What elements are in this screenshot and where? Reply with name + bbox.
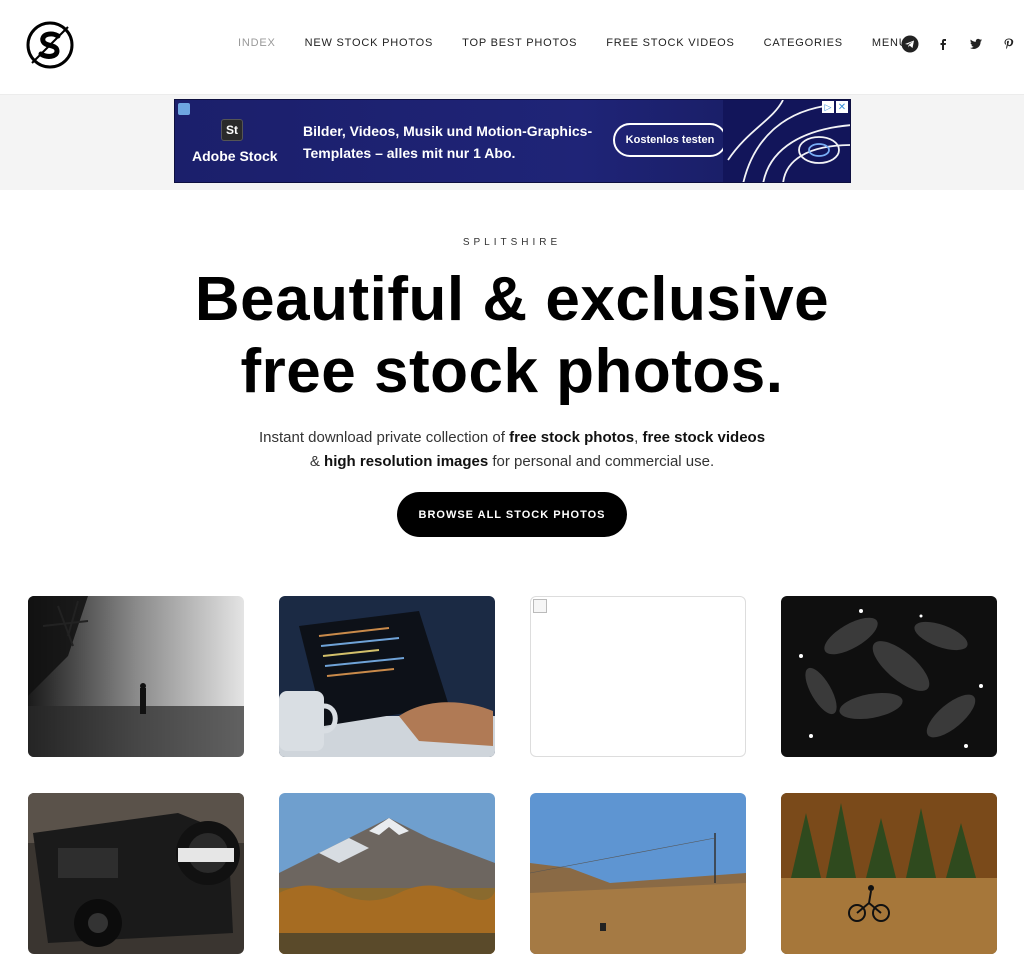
ad-cta-button[interactable]: Kostenlos testen xyxy=(613,123,727,157)
ad-badge-icon xyxy=(178,103,190,115)
ad-banner-area: St Adobe Stock Bilder, Videos, Musik und… xyxy=(0,94,1024,190)
nav-index[interactable]: INDEX xyxy=(238,37,276,49)
hero-headline-line2: free stock photos. xyxy=(240,337,784,406)
gallery-photo-broken-image[interactable] xyxy=(530,596,746,757)
gallery-photo-cyclist-forest[interactable] xyxy=(781,793,997,954)
hero-text-bold: high resolution images xyxy=(324,453,489,470)
nav-new-stock-photos[interactable]: NEW STOCK PHOTOS xyxy=(305,37,434,49)
facebook-icon[interactable] xyxy=(934,35,952,53)
adobe-stock-logo-icon: St xyxy=(221,119,243,141)
ad-close-icon[interactable]: ✕ xyxy=(836,101,848,113)
hero-description: Instant download private collection of f… xyxy=(0,426,1024,474)
gallery-photo-hillside-trail[interactable] xyxy=(530,793,746,954)
twitter-icon[interactable] xyxy=(967,35,985,53)
browse-all-button[interactable]: BROWSE ALL STOCK PHOTOS xyxy=(397,492,627,537)
hero-headline-line1: Beautiful & exclusive xyxy=(194,265,830,334)
ad-info-icon[interactable]: ▷ xyxy=(822,101,834,113)
hero-headline: Beautiful & exclusive free stock photos. xyxy=(0,264,1024,408)
hero-text: Instant download private collection of xyxy=(258,429,510,446)
gallery-photo-black-jeep[interactable] xyxy=(28,793,244,954)
gallery-photo-snowy-mountain[interactable] xyxy=(279,793,495,954)
hero-text-bold: free stock videos xyxy=(642,429,766,446)
splitshire-logo-icon[interactable] xyxy=(26,21,74,69)
nav-free-stock-videos[interactable]: FREE STOCK VIDEOS xyxy=(606,37,734,49)
telegram-icon[interactable] xyxy=(901,35,919,53)
ad-brand: Adobe Stock xyxy=(192,148,278,164)
pinterest-icon[interactable] xyxy=(1000,35,1018,53)
gallery-photo-foggy-street[interactable] xyxy=(28,596,244,757)
site-header: INDEX NEW STOCK PHOTOS TOP BEST PHOTOS F… xyxy=(0,0,1024,90)
social-links xyxy=(901,35,1018,53)
broken-image-icon xyxy=(533,599,547,613)
main-nav: INDEX NEW STOCK PHOTOS TOP BEST PHOTOS F… xyxy=(238,37,936,49)
adobe-stock-ad[interactable]: St Adobe Stock Bilder, Videos, Musik und… xyxy=(174,99,851,183)
site-kicker: SPLITSHIRE xyxy=(462,237,562,248)
nav-categories[interactable]: CATEGORIES xyxy=(764,37,843,49)
hero-text-bold: free stock photos xyxy=(509,429,635,446)
gallery-photo-laptop-coding[interactable] xyxy=(279,596,495,757)
ad-text: Bilder, Videos, Musik und Motion-Graphic… xyxy=(303,123,593,161)
nav-top-best-photos[interactable]: TOP BEST PHOTOS xyxy=(462,37,577,49)
gallery-photo-dark-leaves[interactable] xyxy=(781,596,997,757)
hero-text: for personal and commercial use. xyxy=(488,453,715,470)
hero-text: & xyxy=(309,453,325,470)
